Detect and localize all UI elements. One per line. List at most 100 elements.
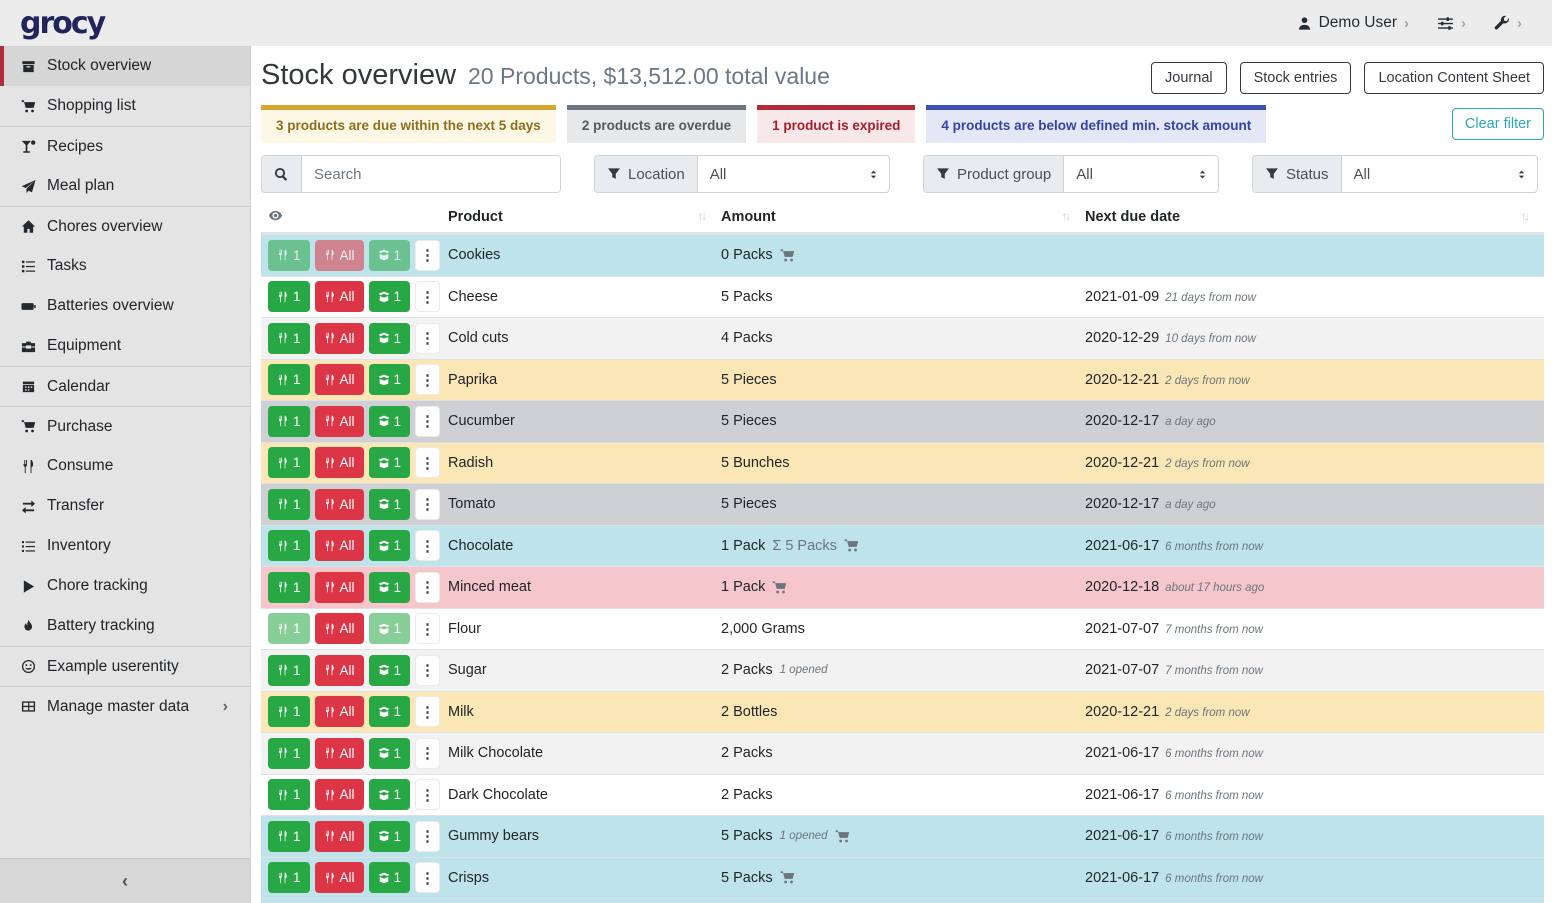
row-menu-button[interactable]: ⋮	[415, 821, 440, 852]
product-group-select[interactable]: All	[1064, 156, 1218, 192]
sidebar-item-shopping-list[interactable]: Shopping list	[0, 86, 250, 126]
settings-menu[interactable]: ›	[1437, 15, 1466, 32]
consume-one-button[interactable]: 1	[268, 240, 310, 271]
consume-all-button[interactable]: All	[315, 530, 364, 561]
row-menu-button[interactable]: ⋮	[415, 862, 440, 893]
column-header-next-due-date[interactable]: Next due date ↑↓	[1085, 209, 1544, 225]
consume-all-button[interactable]: All	[315, 862, 364, 893]
open-one-button[interactable]: 1	[369, 655, 411, 686]
consume-all-button[interactable]: All	[315, 779, 364, 810]
row-menu-button[interactable]: ⋮	[415, 655, 440, 686]
consume-one-button[interactable]: 1	[268, 406, 310, 437]
open-one-button[interactable]: 1	[369, 323, 411, 354]
consume-one-button[interactable]: 1	[268, 364, 310, 395]
user-menu[interactable]: Demo User ›	[1297, 14, 1409, 32]
row-menu-button[interactable]: ⋮	[415, 447, 440, 478]
consume-all-button[interactable]: All	[315, 323, 364, 354]
consume-one-button[interactable]: 1	[268, 821, 310, 852]
consume-all-button[interactable]: All	[315, 696, 364, 727]
consume-one-button[interactable]: 1	[268, 779, 310, 810]
row-menu-button[interactable]: ⋮	[415, 406, 440, 437]
row-menu-button[interactable]: ⋮	[415, 281, 440, 312]
consume-all-button[interactable]: All	[315, 821, 364, 852]
location-select[interactable]: All	[698, 156, 889, 192]
sidebar-item-consume[interactable]: Consume	[0, 446, 250, 486]
location-content-sheet-button[interactable]: Location Content Sheet	[1364, 62, 1544, 94]
status-select[interactable]: All	[1342, 156, 1537, 192]
sidebar-item-purchase[interactable]: Purchase	[0, 406, 250, 446]
open-one-button[interactable]: 1	[369, 572, 411, 603]
open-one-button[interactable]: 1	[369, 447, 411, 478]
sidebar-item-chore-tracking[interactable]: Chore tracking	[0, 566, 250, 606]
stock-entries-button[interactable]: Stock entries	[1240, 62, 1352, 94]
sidebar-collapse-button[interactable]: ‹	[0, 858, 250, 903]
banner-secondary[interactable]: 2 products are overdue	[567, 105, 746, 143]
row-menu-button[interactable]: ⋮	[415, 323, 440, 354]
consume-all-button[interactable]: All	[315, 613, 364, 644]
row-menu-button[interactable]: ⋮	[415, 530, 440, 561]
open-one-button[interactable]: 1	[369, 281, 411, 312]
sidebar-item-chores-overview[interactable]: Chores overview	[0, 206, 250, 246]
sidebar-item-example-userentity[interactable]: Example userentity	[0, 646, 250, 686]
row-menu-button[interactable]: ⋮	[415, 779, 440, 810]
consume-all-button[interactable]: All	[315, 655, 364, 686]
consume-all-button[interactable]: All	[315, 572, 364, 603]
open-one-button[interactable]: 1	[369, 613, 411, 644]
column-header-product[interactable]: Product ↑↓	[448, 209, 721, 225]
consume-all-button[interactable]: All	[315, 489, 364, 520]
eye-icon[interactable]	[268, 208, 283, 223]
consume-one-button[interactable]: 1	[268, 489, 310, 520]
open-one-button[interactable]: 1	[369, 240, 411, 271]
row-menu-button[interactable]: ⋮	[415, 489, 440, 520]
consume-one-button[interactable]: 1	[268, 862, 310, 893]
open-one-button[interactable]: 1	[369, 779, 411, 810]
consume-all-button[interactable]: All	[315, 364, 364, 395]
consume-one-button[interactable]: 1	[268, 696, 310, 727]
sidebar-item-manage-master-data[interactable]: Manage master data›	[0, 686, 250, 726]
shopping-cart-icon[interactable]	[835, 829, 850, 844]
consume-all-button[interactable]: All	[315, 406, 364, 437]
sidebar-item-tasks[interactable]: Tasks	[0, 246, 250, 286]
consume-all-button[interactable]: All	[315, 738, 364, 769]
open-one-button[interactable]: 1	[369, 530, 411, 561]
banner-danger[interactable]: 1 product is expired	[757, 105, 915, 143]
consume-one-button[interactable]: 1	[268, 281, 310, 312]
consume-all-button[interactable]: All	[315, 281, 364, 312]
row-menu-button[interactable]: ⋮	[415, 738, 440, 769]
sidebar-item-calendar[interactable]: Calendar	[0, 366, 250, 406]
open-one-button[interactable]: 1	[369, 364, 411, 395]
shopping-cart-icon[interactable]	[772, 580, 787, 595]
grocy-logo[interactable]: grocy	[0, 6, 251, 41]
open-one-button[interactable]: 1	[369, 489, 411, 520]
clear-filter-button[interactable]: Clear filter	[1452, 108, 1544, 140]
sidebar-item-stock-overview[interactable]: Stock overview	[0, 46, 250, 86]
open-one-button[interactable]: 1	[369, 821, 411, 852]
row-menu-button[interactable]: ⋮	[415, 364, 440, 395]
consume-one-button[interactable]: 1	[268, 738, 310, 769]
row-menu-button[interactable]: ⋮	[415, 696, 440, 727]
sidebar-item-transfer[interactable]: Transfer	[0, 486, 250, 526]
consume-one-button[interactable]: 1	[268, 447, 310, 478]
sidebar-item-recipes[interactable]: Recipes	[0, 126, 250, 166]
shopping-cart-icon[interactable]	[844, 538, 859, 553]
row-menu-button[interactable]: ⋮	[415, 240, 440, 271]
row-menu-button[interactable]: ⋮	[415, 613, 440, 644]
consume-one-button[interactable]: 1	[268, 655, 310, 686]
column-header-amount[interactable]: Amount ↑↓	[721, 209, 1085, 225]
consume-all-button[interactable]: All	[315, 447, 364, 478]
search-input[interactable]	[302, 156, 560, 192]
sidebar-item-battery-tracking[interactable]: Battery tracking	[0, 606, 250, 646]
consume-one-button[interactable]: 1	[268, 530, 310, 561]
open-one-button[interactable]: 1	[369, 862, 411, 893]
open-one-button[interactable]: 1	[369, 738, 411, 769]
sidebar-item-equipment[interactable]: Equipment	[0, 326, 250, 366]
consume-one-button[interactable]: 1	[268, 613, 310, 644]
open-one-button[interactable]: 1	[369, 696, 411, 727]
consume-one-button[interactable]: 1	[268, 572, 310, 603]
consume-one-button[interactable]: 1	[268, 323, 310, 354]
admin-menu[interactable]: ›	[1494, 15, 1522, 32]
journal-button[interactable]: Journal	[1151, 62, 1227, 94]
sidebar-item-batteries-overview[interactable]: Batteries overview	[0, 286, 250, 326]
sidebar-item-meal-plan[interactable]: Meal plan	[0, 166, 250, 206]
open-one-button[interactable]: 1	[369, 406, 411, 437]
